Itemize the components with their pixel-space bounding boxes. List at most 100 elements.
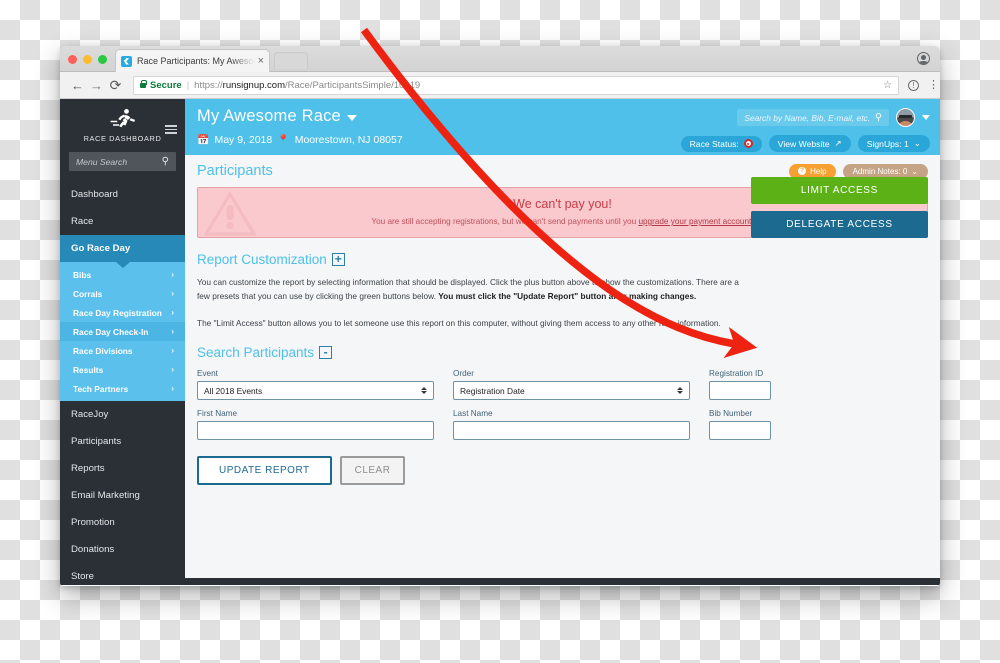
form-buttons: UPDATE REPORT CLEAR (197, 456, 928, 486)
page-viewport: RACE DASHBOARD Menu Search ⚲ Dashboard R… (60, 99, 940, 585)
runsignup-favicon-icon (121, 55, 132, 67)
report-customization-title: Report Customization (197, 252, 327, 267)
report-desc-paragraph-1: You can customize the report by selectin… (197, 276, 742, 303)
first-name-input[interactable] (197, 421, 434, 441)
sidebar-item-email-marketing[interactable]: Email Marketing (60, 482, 185, 509)
race-status-label: Race Status: (689, 138, 739, 149)
chevron-down-icon: ⌄ (911, 166, 918, 176)
race-header: My Awesome Race 📅 May 9, 2018 📍 Mooresto… (185, 99, 940, 155)
sidebar-subitem-race-day-check-in[interactable]: Race Day Check-In › (60, 322, 185, 341)
update-report-button[interactable]: UPDATE REPORT (197, 456, 332, 486)
chevron-right-icon: › (171, 289, 174, 298)
race-status-indicator-icon (743, 139, 753, 148)
hamburger-icon[interactable] (165, 125, 177, 134)
sidebar-subitem-label: Bibs (73, 269, 92, 280)
limit-access-button[interactable]: LIMIT ACCESS (751, 177, 928, 204)
race-status-button[interactable]: Race Status: (680, 135, 762, 152)
expand-report-customization-button[interactable]: + (331, 253, 345, 266)
clear-button[interactable]: CLEAR (339, 456, 406, 486)
minimize-window-button[interactable] (83, 55, 92, 64)
close-tab-icon[interactable]: × (258, 55, 264, 67)
order-select-value: Registration Date (460, 385, 525, 396)
field-label: Order (453, 369, 474, 379)
registration-id-input[interactable] (709, 381, 771, 401)
field-label: Bib Number (709, 409, 753, 419)
chevron-down-icon: ⌄ (913, 138, 921, 148)
upgrade-payment-account-link[interactable]: upgrade your payment account (638, 217, 751, 226)
access-buttons-group: LIMIT ACCESS DELEGATE ACCESS (751, 177, 928, 238)
browser-tab-active[interactable]: Race Participants: My Awesom × (115, 49, 270, 72)
forward-icon: → (90, 77, 103, 93)
field-label: Registration ID (709, 369, 764, 379)
view-website-label: View Website (777, 138, 830, 149)
chevron-right-icon: › (171, 365, 174, 374)
sidebar: RACE DASHBOARD Menu Search ⚲ Dashboard R… (60, 99, 185, 585)
sidebar-item-racejoy[interactable]: RaceJoy (60, 401, 185, 428)
menu-search-placeholder: Menu Search (76, 156, 128, 167)
close-window-button[interactable] (68, 55, 77, 64)
back-icon[interactable]: ← (68, 78, 87, 93)
view-website-button[interactable]: View Website ↗ (768, 135, 851, 152)
maximize-window-button[interactable] (98, 55, 107, 64)
browser-menu-icon[interactable]: ⋮ (928, 80, 939, 91)
bib-number-input[interactable] (709, 421, 771, 441)
browser-profile-icon[interactable] (917, 52, 930, 65)
sidebar-item-donations[interactable]: Donations (60, 536, 185, 563)
chevron-down-icon[interactable] (922, 115, 930, 120)
order-select[interactable]: Registration Date (453, 381, 690, 401)
search-participants-section: Search Participants - Event All 2018 Eve… (197, 345, 928, 486)
sidebar-item-promotion[interactable]: Promotion (60, 509, 185, 536)
sidebar-brand[interactable]: RACE DASHBOARD (60, 99, 185, 152)
chevron-down-icon (346, 115, 357, 121)
field-bib-number: Bib Number (709, 409, 771, 441)
runner-logo-icon (110, 109, 135, 128)
event-select[interactable]: All 2018 Events (197, 381, 434, 401)
delegate-access-button[interactable]: DELEGATE ACCESS (751, 211, 928, 238)
race-header-actions: Search by Name, Bib, E-mail, etc. ⚲ Race… (680, 108, 930, 152)
chevron-right-icon: › (171, 384, 174, 393)
global-search-placeholder: Search by Name, Bib, E-mail, etc. (744, 112, 871, 123)
field-label: Last Name (453, 409, 493, 419)
bookmark-star-icon[interactable]: ☆ (883, 80, 892, 91)
menu-search-wrapper: Menu Search ⚲ (60, 152, 185, 181)
chevron-right-icon: › (171, 308, 174, 317)
signups-button[interactable]: SignUps: 1 ⌄ (857, 135, 930, 152)
sidebar-item-go-race-day[interactable]: Go Race Day (60, 235, 185, 262)
sidebar-subitem-tech-partners[interactable]: Tech Partners › (60, 379, 185, 398)
report-desc-p1-b: You must click the "Update Report" butto… (438, 290, 697, 301)
window-traffic-lights (68, 55, 107, 64)
sidebar-subitem-corrals[interactable]: Corrals › (60, 284, 185, 303)
sidebar-subitem-race-day-registration[interactable]: Race Day Registration › (60, 303, 185, 322)
sidebar-item-race[interactable]: Race (60, 208, 185, 235)
chevron-right-icon: › (171, 270, 174, 279)
global-search-input[interactable]: Search by Name, Bib, E-mail, etc. ⚲ (737, 109, 889, 126)
sidebar-item-participants[interactable]: Participants (60, 428, 185, 455)
sidebar-subitem-race-divisions[interactable]: Race Divisions › (60, 341, 185, 360)
field-last-name: Last Name (453, 409, 690, 441)
url-scheme: https:// (194, 79, 223, 91)
new-tab-button[interactable] (274, 52, 308, 69)
sidebar-item-reports[interactable]: Reports (60, 455, 185, 482)
location-pin-icon: 📍 (277, 134, 290, 146)
report-customization-heading: Report Customization + (197, 252, 928, 267)
search-icon: ⚲ (875, 112, 882, 123)
race-date: May 9, 2018 (214, 134, 273, 146)
sidebar-subitem-results[interactable]: Results › (60, 360, 185, 379)
avatar[interactable] (896, 108, 915, 127)
page-info-icon[interactable]: ! (908, 79, 919, 91)
url-input[interactable]: Secure | https://runsignup.com/Race/Part… (133, 75, 899, 95)
collapse-search-participants-button[interactable]: - (319, 346, 333, 360)
menu-search-input[interactable]: Menu Search ⚲ (69, 152, 176, 171)
sidebar-item-dashboard[interactable]: Dashboard (60, 181, 185, 208)
sidebar-item-store[interactable]: Store (60, 563, 185, 586)
url-separator: | (186, 79, 190, 91)
calendar-icon: 📅 (197, 134, 210, 146)
sidebar-brand-label: RACE DASHBOARD (83, 134, 162, 143)
secure-label: Secure (150, 79, 182, 91)
sidebar-subitem-label: Race Divisions (73, 345, 133, 356)
external-link-icon: ↗ (834, 138, 842, 148)
last-name-input[interactable] (453, 421, 690, 441)
sidebar-subitem-label: Corrals (73, 288, 103, 299)
warning-triangle-icon (204, 191, 256, 236)
reload-icon[interactable]: ⟳ (106, 77, 125, 94)
